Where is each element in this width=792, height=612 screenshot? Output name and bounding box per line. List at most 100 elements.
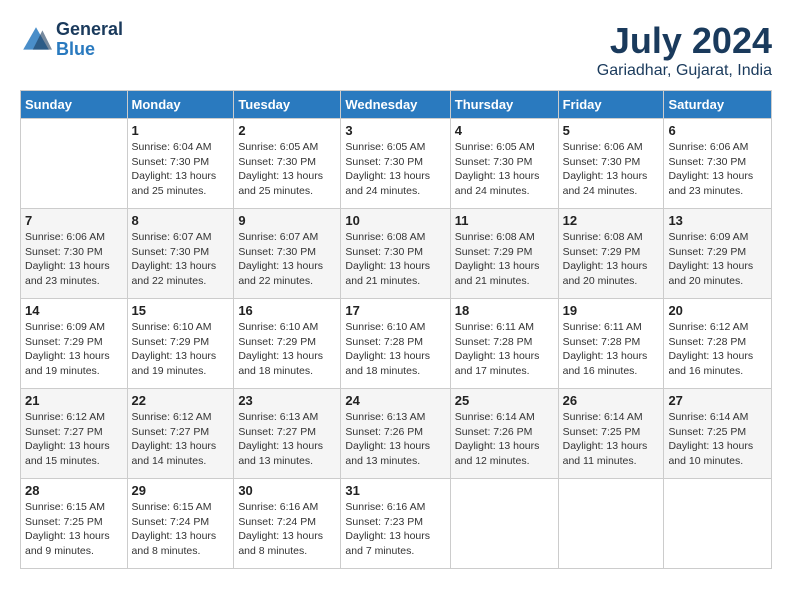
day-detail: Sunrise: 6:12 AM Sunset: 7:27 PM Dayligh… xyxy=(132,410,230,469)
header-day: Saturday xyxy=(664,91,772,119)
header-day: Sunday xyxy=(21,91,128,119)
day-number: 4 xyxy=(455,123,554,138)
calendar-table: SundayMondayTuesdayWednesdayThursdayFrid… xyxy=(20,90,772,569)
calendar-cell xyxy=(450,479,558,569)
calendar-header: SundayMondayTuesdayWednesdayThursdayFrid… xyxy=(21,91,772,119)
day-number: 30 xyxy=(238,483,336,498)
day-detail: Sunrise: 6:05 AM Sunset: 7:30 PM Dayligh… xyxy=(345,140,445,199)
day-detail: Sunrise: 6:14 AM Sunset: 7:25 PM Dayligh… xyxy=(668,410,767,469)
calendar-cell: 31 Sunrise: 6:16 AM Sunset: 7:23 PM Dayli… xyxy=(341,479,450,569)
calendar-cell xyxy=(21,119,128,209)
day-detail: Sunrise: 6:16 AM Sunset: 7:24 PM Dayligh… xyxy=(238,500,336,559)
day-number: 9 xyxy=(238,213,336,228)
day-number: 12 xyxy=(563,213,660,228)
calendar-cell: 8Sunrise: 6:07 AM Sunset: 7:30 PM Daylig… xyxy=(127,209,234,299)
day-number: 22 xyxy=(132,393,230,408)
day-detail: Sunrise: 6:16 AM Sunset: 7:23 PM Dayligh… xyxy=(345,500,445,559)
calendar-week-row: 28 Sunrise: 6:15 AM Sunset: 7:25 PM Dayli… xyxy=(21,479,772,569)
calendar-cell: 21 Sunrise: 6:12 AM Sunset: 7:27 PM Dayli… xyxy=(21,389,128,479)
calendar-cell: 30 Sunrise: 6:16 AM Sunset: 7:24 PM Dayli… xyxy=(234,479,341,569)
header-day: Wednesday xyxy=(341,91,450,119)
day-number: 21 xyxy=(25,393,123,408)
day-number: 8 xyxy=(132,213,230,228)
calendar-cell: 15Sunrise: 6:10 AM Sunset: 7:29 PM Dayli… xyxy=(127,299,234,389)
location-title: Gariadhar, Gujarat, India xyxy=(597,62,772,80)
calendar-cell: 22 Sunrise: 6:12 AM Sunset: 7:27 PM Dayli… xyxy=(127,389,234,479)
day-number: 11 xyxy=(455,213,554,228)
calendar-cell: 10Sunrise: 6:08 AM Sunset: 7:30 PM Dayli… xyxy=(341,209,450,299)
logo-line1: General xyxy=(56,20,123,40)
calendar-cell xyxy=(664,479,772,569)
day-detail: Sunrise: 6:10 AM Sunset: 7:28 PM Dayligh… xyxy=(345,320,445,379)
calendar-cell: 2 Sunrise: 6:05 AM Sunset: 7:30 PM Daylig… xyxy=(234,119,341,209)
day-detail: Sunrise: 6:15 AM Sunset: 7:25 PM Dayligh… xyxy=(25,500,123,559)
calendar-cell: 1 Sunrise: 6:04 AM Sunset: 7:30 PM Daylig… xyxy=(127,119,234,209)
calendar-cell: 29Sunrise: 6:15 AM Sunset: 7:24 PM Dayli… xyxy=(127,479,234,569)
day-number: 3 xyxy=(345,123,445,138)
day-number: 19 xyxy=(563,303,660,318)
day-number: 2 xyxy=(238,123,336,138)
logo-line2: Blue xyxy=(56,40,123,60)
day-number: 13 xyxy=(668,213,767,228)
header-day: Tuesday xyxy=(234,91,341,119)
day-number: 26 xyxy=(563,393,660,408)
day-number: 15 xyxy=(132,303,230,318)
calendar-body: 1 Sunrise: 6:04 AM Sunset: 7:30 PM Daylig… xyxy=(21,119,772,569)
day-detail: Sunrise: 6:08 AM Sunset: 7:29 PM Dayligh… xyxy=(455,230,554,289)
day-detail: Sunrise: 6:12 AM Sunset: 7:27 PM Dayligh… xyxy=(25,410,123,469)
day-detail: Sunrise: 6:12 AM Sunset: 7:28 PM Dayligh… xyxy=(668,320,767,379)
calendar-cell: 12 Sunrise: 6:08 AM Sunset: 7:29 PM Dayli… xyxy=(558,209,664,299)
calendar-week-row: 14 Sunrise: 6:09 AM Sunset: 7:29 PM Dayli… xyxy=(21,299,772,389)
day-detail: Sunrise: 6:15 AM Sunset: 7:24 PM Dayligh… xyxy=(132,500,230,559)
day-number: 23 xyxy=(238,393,336,408)
logo: General Blue xyxy=(20,20,123,60)
day-detail: Sunrise: 6:06 AM Sunset: 7:30 PM Dayligh… xyxy=(25,230,123,289)
day-number: 5 xyxy=(563,123,660,138)
day-number: 17 xyxy=(345,303,445,318)
page-header: General Blue July 2024 Gariadhar, Gujara… xyxy=(20,20,772,80)
calendar-cell: 28 Sunrise: 6:15 AM Sunset: 7:25 PM Dayli… xyxy=(21,479,128,569)
day-number: 25 xyxy=(455,393,554,408)
month-title: July 2024 xyxy=(597,20,772,62)
calendar-cell: 26Sunrise: 6:14 AM Sunset: 7:25 PM Dayli… xyxy=(558,389,664,479)
logo-icon xyxy=(20,24,52,56)
day-detail: Sunrise: 6:07 AM Sunset: 7:30 PM Dayligh… xyxy=(238,230,336,289)
day-number: 18 xyxy=(455,303,554,318)
day-detail: Sunrise: 6:11 AM Sunset: 7:28 PM Dayligh… xyxy=(455,320,554,379)
day-number: 27 xyxy=(668,393,767,408)
day-detail: Sunrise: 6:05 AM Sunset: 7:30 PM Dayligh… xyxy=(455,140,554,199)
day-number: 20 xyxy=(668,303,767,318)
day-number: 16 xyxy=(238,303,336,318)
calendar-cell: 27 Sunrise: 6:14 AM Sunset: 7:25 PM Dayli… xyxy=(664,389,772,479)
calendar-cell: 11 Sunrise: 6:08 AM Sunset: 7:29 PM Dayli… xyxy=(450,209,558,299)
calendar-cell: 19 Sunrise: 6:11 AM Sunset: 7:28 PM Dayli… xyxy=(558,299,664,389)
day-number: 28 xyxy=(25,483,123,498)
calendar-cell: 13Sunrise: 6:09 AM Sunset: 7:29 PM Dayli… xyxy=(664,209,772,299)
day-number: 7 xyxy=(25,213,123,228)
calendar-cell: 18 Sunrise: 6:11 AM Sunset: 7:28 PM Dayli… xyxy=(450,299,558,389)
day-number: 6 xyxy=(668,123,767,138)
calendar-week-row: 1 Sunrise: 6:04 AM Sunset: 7:30 PM Daylig… xyxy=(21,119,772,209)
calendar-cell: 25 Sunrise: 6:14 AM Sunset: 7:26 PM Dayli… xyxy=(450,389,558,479)
calendar-cell: 7 Sunrise: 6:06 AM Sunset: 7:30 PM Daylig… xyxy=(21,209,128,299)
calendar-cell: 6 Sunrise: 6:06 AM Sunset: 7:30 PM Daylig… xyxy=(664,119,772,209)
calendar-week-row: 21 Sunrise: 6:12 AM Sunset: 7:27 PM Dayli… xyxy=(21,389,772,479)
day-detail: Sunrise: 6:06 AM Sunset: 7:30 PM Dayligh… xyxy=(668,140,767,199)
day-detail: Sunrise: 6:11 AM Sunset: 7:28 PM Dayligh… xyxy=(563,320,660,379)
calendar-cell: 23 Sunrise: 6:13 AM Sunset: 7:27 PM Dayli… xyxy=(234,389,341,479)
day-number: 31 xyxy=(345,483,445,498)
header-day: Monday xyxy=(127,91,234,119)
day-detail: Sunrise: 6:09 AM Sunset: 7:29 PM Dayligh… xyxy=(25,320,123,379)
calendar-cell: 4 Sunrise: 6:05 AM Sunset: 7:30 PM Daylig… xyxy=(450,119,558,209)
day-detail: Sunrise: 6:13 AM Sunset: 7:27 PM Dayligh… xyxy=(238,410,336,469)
calendar-cell: 14 Sunrise: 6:09 AM Sunset: 7:29 PM Dayli… xyxy=(21,299,128,389)
day-number: 1 xyxy=(132,123,230,138)
header-day: Friday xyxy=(558,91,664,119)
calendar-cell: 16Sunrise: 6:10 AM Sunset: 7:29 PM Dayli… xyxy=(234,299,341,389)
day-detail: Sunrise: 6:08 AM Sunset: 7:29 PM Dayligh… xyxy=(563,230,660,289)
day-detail: Sunrise: 6:14 AM Sunset: 7:26 PM Dayligh… xyxy=(455,410,554,469)
day-detail: Sunrise: 6:04 AM Sunset: 7:30 PM Dayligh… xyxy=(132,140,230,199)
day-number: 14 xyxy=(25,303,123,318)
day-detail: Sunrise: 6:05 AM Sunset: 7:30 PM Dayligh… xyxy=(238,140,336,199)
day-detail: Sunrise: 6:06 AM Sunset: 7:30 PM Dayligh… xyxy=(563,140,660,199)
